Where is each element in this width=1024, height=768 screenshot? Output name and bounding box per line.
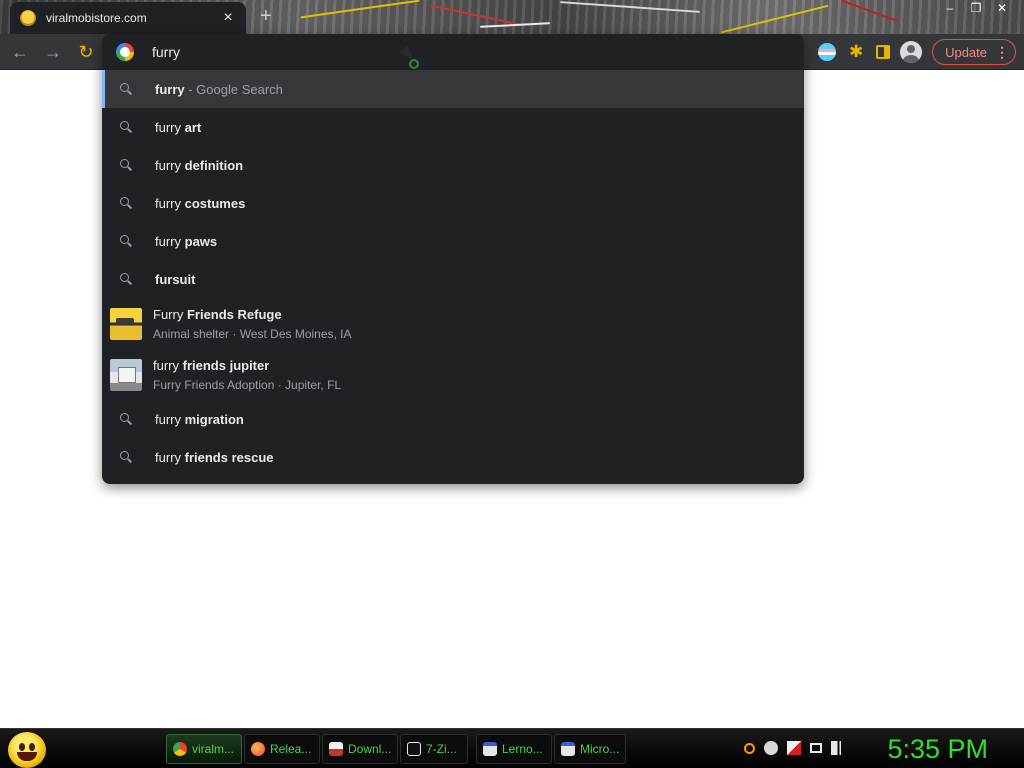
start-button[interactable] — [8, 732, 46, 768]
taskbar-label: Downl... — [348, 742, 392, 756]
browser-tab[interactable]: viralmobistore.com × — [10, 2, 246, 34]
taskbar-item-microsoft[interactable]: Micro... — [554, 734, 626, 764]
flag-extension-icon[interactable] — [818, 43, 837, 61]
taskbar-label: viralm... — [192, 742, 234, 756]
extensions-area: ✱ Update ⋮ — [818, 38, 1016, 66]
entity-suggestion[interactable]: Furry Friends Refuge Animal shelter · We… — [102, 298, 804, 349]
update-label: Update — [945, 44, 987, 60]
taskbar-label: Micro... — [580, 742, 620, 756]
suggestion-completion: paws — [184, 233, 218, 249]
volume-icon[interactable] — [831, 741, 845, 755]
system-tray — [744, 741, 845, 755]
taskbar-clock[interactable]: 5:35 PM — [887, 733, 988, 765]
new-tab-button[interactable]: + — [260, 6, 272, 26]
entity-title-bold: Friends Refuge — [186, 306, 282, 322]
omnibox-input-row[interactable]: furry — [102, 34, 804, 70]
taskbar-label: 7-Zi... — [426, 742, 457, 756]
search-icon — [120, 121, 132, 133]
search-icon — [120, 197, 132, 209]
close-window-button[interactable]: ✕ — [996, 0, 1008, 16]
suggestion-suffix: - Google Search — [184, 81, 283, 97]
taskbar-item-chrome[interactable]: viralm... — [166, 734, 242, 764]
7zip-icon — [407, 742, 421, 756]
taskbar-item-downloads[interactable]: Downl... — [322, 734, 398, 764]
suggestion-query: furry — [155, 233, 185, 249]
suggestion-query: furry — [155, 81, 185, 97]
suggestion-item[interactable]: furry friends rescue — [102, 438, 804, 476]
title-bar: viralmobistore.com × + – ❐ ✕ — [0, 0, 1024, 34]
window-controls: – ❐ ✕ — [944, 0, 1008, 16]
suggestion-item[interactable]: furry definition — [102, 146, 804, 184]
extensions-puzzle-icon[interactable]: ✱ — [846, 42, 866, 62]
taskbar-item-firefox[interactable]: Relea... — [244, 734, 320, 764]
entity-title: Furry — [153, 306, 187, 322]
taskbar: viralm... Relea... Downl... 7-Zi... Lern… — [0, 728, 1024, 768]
smiley-eye-icon — [29, 743, 35, 751]
entity-title: furry — [153, 357, 183, 373]
restore-button[interactable]: ❐ — [970, 0, 982, 16]
tab-close-icon[interactable]: × — [220, 9, 236, 27]
window-app-icon — [483, 742, 497, 756]
entity-subtitle: Animal shelter · West Des Moines, IA — [153, 326, 352, 341]
entity-title-bold: friends jupiter — [182, 357, 270, 373]
search-icon[interactable] — [744, 742, 755, 754]
reload-button[interactable]: ↻ — [74, 40, 98, 64]
taskbar-item-lernord[interactable]: Lerno... — [476, 734, 552, 764]
suggestion-item[interactable]: furry migration — [102, 400, 804, 438]
search-icon — [120, 83, 132, 95]
window-app-icon — [561, 742, 575, 756]
taskbar-item-7zip[interactable]: 7-Zi... — [400, 734, 468, 764]
suggestion-query: furry — [155, 195, 185, 211]
tab-title: viralmobistore.com — [46, 11, 147, 25]
suggestion-query: furry — [155, 119, 185, 135]
suggestion-item[interactable]: fursuit — [102, 260, 804, 298]
suggestion-query: furry — [155, 157, 185, 173]
status-circle-icon[interactable] — [764, 741, 778, 755]
menu-dots-icon[interactable]: ⋮ — [995, 44, 1009, 61]
suggestion-completion: definition — [184, 157, 244, 173]
taskbar-label: Lerno... — [502, 742, 543, 756]
firefox-icon — [251, 742, 265, 756]
update-button[interactable]: Update ⋮ — [932, 39, 1016, 65]
taskbar-label: Relea... — [270, 742, 312, 756]
suggestion-query: furry — [155, 411, 185, 427]
search-icon — [120, 159, 132, 171]
entity-suggestion[interactable]: furry friends jupiter Furry Friends Adop… — [102, 349, 804, 400]
download-icon — [329, 742, 343, 756]
building-thumbnail — [110, 358, 142, 391]
search-icon — [120, 235, 132, 247]
search-icon — [120, 273, 132, 285]
back-button[interactable]: ← — [8, 40, 32, 64]
suggestion-item[interactable]: furry paws — [102, 222, 804, 260]
suggestion-completion: art — [184, 119, 202, 135]
suggestion-completion: friends rescue — [184, 449, 274, 465]
google-g-icon — [116, 43, 134, 61]
network-icon[interactable] — [810, 743, 822, 753]
suggestion-item[interactable]: furry art — [102, 108, 804, 146]
entity-subtitle: Furry Friends Adoption · Jupiter, FL — [153, 377, 342, 392]
shelter-thumbnail — [110, 307, 142, 340]
suggestion-item[interactable]: furry costumes — [102, 184, 804, 222]
search-icon — [120, 413, 132, 425]
smiley-mouth-icon — [17, 752, 37, 761]
omnibox-dropdown: furry furry - Google Search furry art fu… — [102, 34, 804, 484]
profile-avatar-icon[interactable] — [900, 41, 923, 63]
site-favicon-icon — [20, 10, 36, 26]
omnibox-text[interactable]: furry — [152, 44, 180, 60]
search-icon — [120, 451, 132, 463]
smiley-eye-icon — [19, 743, 25, 751]
chrome-icon — [173, 742, 187, 756]
suggestion-query: furry — [155, 449, 185, 465]
side-panel-icon[interactable] — [876, 45, 891, 59]
suggestion-completion: fursuit — [155, 271, 196, 287]
busy-ring-icon — [409, 59, 419, 69]
suggestion-completion: costumes — [184, 195, 246, 211]
action-center-flag-icon[interactable] — [787, 741, 801, 755]
suggestion-completion: migration — [184, 411, 244, 427]
suggestion-item[interactable]: furry - Google Search — [102, 70, 804, 108]
forward-button[interactable]: → — [41, 40, 65, 64]
minimize-button[interactable]: – — [944, 0, 956, 16]
